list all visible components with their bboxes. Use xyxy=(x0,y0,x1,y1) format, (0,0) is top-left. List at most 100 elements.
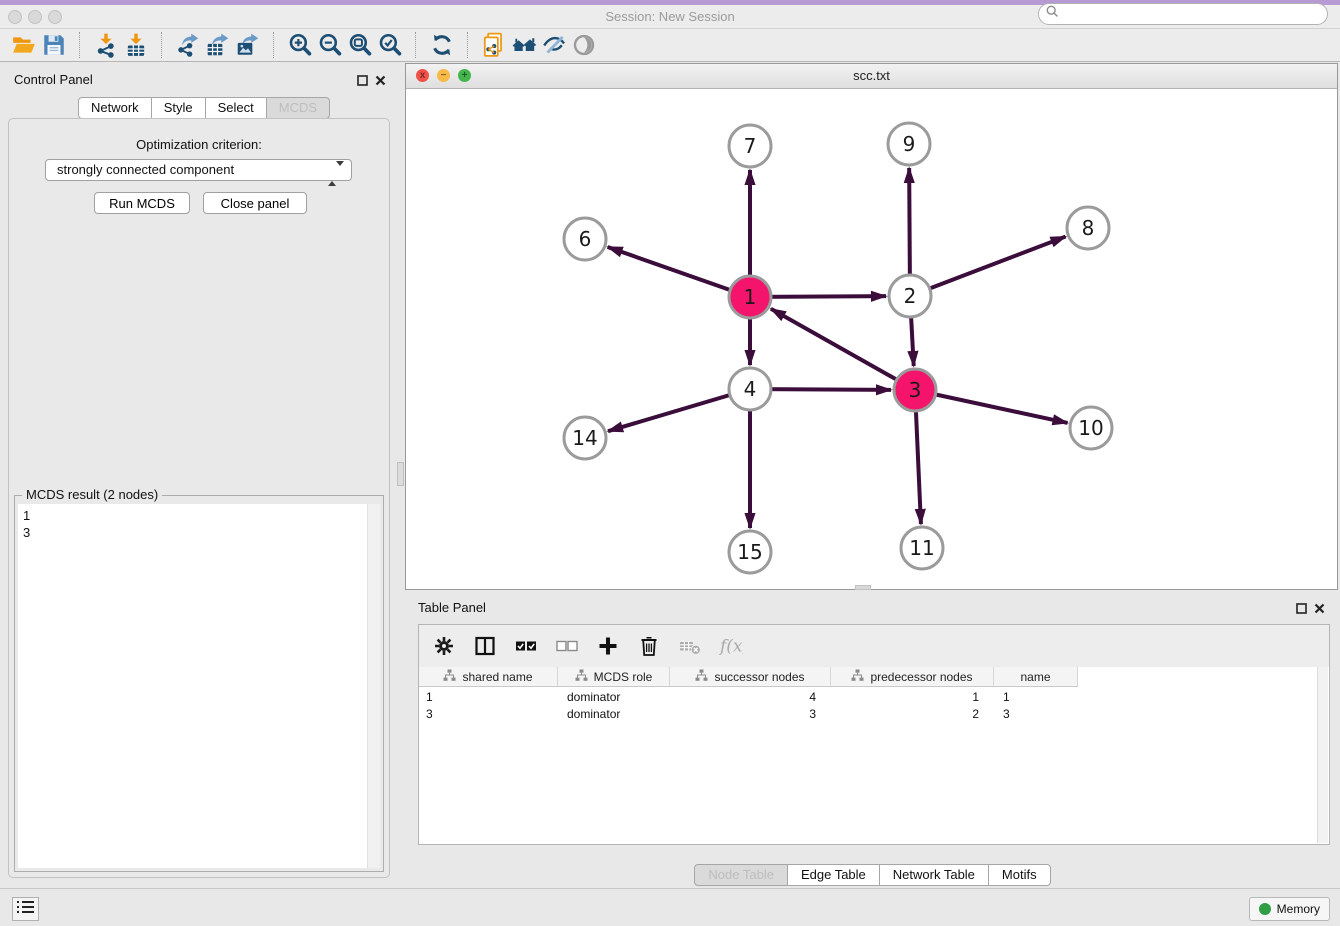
control-tab-select[interactable]: Select xyxy=(205,97,267,119)
clone-network-icon[interactable] xyxy=(479,30,509,60)
gear-icon[interactable] xyxy=(431,631,457,661)
node-4[interactable]: 4 xyxy=(729,368,771,410)
edge-3-10[interactable] xyxy=(915,390,1068,423)
refresh-layout-icon[interactable] xyxy=(427,30,457,60)
control-tab-network[interactable]: Network xyxy=(78,97,152,119)
node-table[interactable]: shared nameMCDS rolesuccessor nodesprede… xyxy=(419,667,1329,844)
zoom-in-icon[interactable] xyxy=(285,30,315,60)
export-image-icon[interactable] xyxy=(233,30,263,60)
toolbar-separator xyxy=(161,32,163,58)
search-input[interactable] xyxy=(1064,6,1327,22)
node-11[interactable]: 11 xyxy=(901,527,943,569)
mcds-result-title: MCDS result (2 nodes) xyxy=(22,487,162,502)
table-cell[interactable]: 1 xyxy=(994,689,1078,706)
column-header-MCDS-role[interactable]: MCDS role xyxy=(558,667,670,687)
deselect-all-icon[interactable] xyxy=(554,631,580,661)
node-6[interactable]: 6 xyxy=(564,218,606,260)
tree-icon xyxy=(851,669,864,685)
function-builder-icon: f(x) xyxy=(718,631,744,661)
column-header-successor-nodes[interactable]: successor nodes xyxy=(670,667,831,687)
search-field[interactable] xyxy=(1038,3,1328,25)
table-cell[interactable]: 3 xyxy=(419,706,558,723)
network-graph-canvas[interactable]: 7 9 6 8 1 2 4 3 14 10 15 11 xyxy=(406,88,1337,589)
table-tab-edge-table[interactable]: Edge Table xyxy=(787,864,880,886)
export-network-icon[interactable] xyxy=(173,30,203,60)
edge-3-1[interactable] xyxy=(771,309,915,390)
table-cell[interactable]: 3 xyxy=(994,706,1078,723)
control-tab-style[interactable]: Style xyxy=(151,97,206,119)
close-panel-icon[interactable] xyxy=(375,73,386,91)
column-view-icon[interactable] xyxy=(472,631,498,661)
column-header-name[interactable]: name xyxy=(994,667,1078,687)
task-list-icon xyxy=(17,900,35,919)
node-8[interactable]: 8 xyxy=(1067,207,1109,249)
node-1[interactable]: 1 xyxy=(729,276,771,318)
show-graphics-details-icon[interactable] xyxy=(569,30,599,60)
close-panel-button[interactable]: Close panel xyxy=(203,192,307,214)
table-tab-node-table[interactable]: Node Table xyxy=(694,864,788,886)
svg-text:f(x): f(x) xyxy=(719,637,743,657)
vertical-splitter-handle[interactable] xyxy=(397,462,404,486)
memory-label: Memory xyxy=(1277,902,1320,916)
column-header-shared-name[interactable]: shared name xyxy=(419,667,558,687)
import-network-icon[interactable] xyxy=(91,30,121,60)
optimization-criterion-value: strongly connected component xyxy=(57,162,234,177)
table-cell[interactable]: dominator xyxy=(558,706,670,723)
table-row[interactable]: 1dominator411 xyxy=(419,689,1078,706)
mcds-result-text[interactable]: 13 xyxy=(18,504,380,868)
export-table-icon[interactable] xyxy=(203,30,233,60)
result-line: 3 xyxy=(23,524,375,541)
table-cell[interactable]: 2 xyxy=(831,706,994,723)
table-cell[interactable]: 1 xyxy=(419,689,558,706)
table-scrollbar[interactable] xyxy=(1317,667,1328,843)
zoom-out-icon[interactable] xyxy=(315,30,345,60)
open-folder-icon[interactable] xyxy=(9,30,39,60)
run-mcds-button[interactable]: Run MCDS xyxy=(94,192,190,214)
tree-icon xyxy=(695,669,708,685)
node-3[interactable]: 3 xyxy=(894,369,936,411)
node-15[interactable]: 15 xyxy=(729,531,771,573)
table-cell[interactable]: 3 xyxy=(670,706,831,723)
node-7[interactable]: 7 xyxy=(729,125,771,167)
hide-graphics-details-icon[interactable] xyxy=(539,30,569,60)
table-tab-network-table[interactable]: Network Table xyxy=(879,864,989,886)
zoom-fit-icon[interactable] xyxy=(345,30,375,60)
column-header-predecessor-nodes[interactable]: predecessor nodes xyxy=(831,667,994,687)
status-bar: Memory xyxy=(0,888,1340,926)
node-9[interactable]: 9 xyxy=(888,123,930,165)
main-toolbar xyxy=(0,29,1340,62)
delete-row-icon[interactable] xyxy=(636,631,662,661)
node-2[interactable]: 2 xyxy=(889,275,931,317)
network-window-titlebar[interactable]: x − + scc.txt xyxy=(406,64,1337,89)
node-label: 9 xyxy=(903,132,916,156)
table-cell[interactable]: dominator xyxy=(558,689,670,706)
tree-icon xyxy=(443,669,456,685)
float-panel-icon[interactable] xyxy=(357,73,368,91)
save-session-icon[interactable] xyxy=(39,30,69,60)
table-cell[interactable]: 4 xyxy=(670,689,831,706)
float-table-panel-icon[interactable] xyxy=(1296,601,1307,619)
home-icon[interactable] xyxy=(509,30,539,60)
optimization-criterion-select[interactable]: strongly connected component xyxy=(45,159,352,181)
table-tab-motifs[interactable]: Motifs xyxy=(988,864,1051,886)
table-row[interactable]: 3dominator323 xyxy=(419,706,1078,723)
node-label: 11 xyxy=(909,536,934,560)
mcds-result-group: MCDS result (2 nodes) 13 xyxy=(14,495,384,872)
close-table-panel-icon[interactable] xyxy=(1314,601,1325,619)
add-row-icon[interactable] xyxy=(595,631,621,661)
edge-2-8[interactable] xyxy=(910,237,1066,296)
horizontal-splitter-handle[interactable] xyxy=(855,585,871,590)
zoom-selected-icon[interactable] xyxy=(375,30,405,60)
node-label: 1 xyxy=(744,285,757,309)
import-table-icon[interactable] xyxy=(121,30,151,60)
memory-button[interactable]: Memory xyxy=(1249,897,1330,921)
node-14[interactable]: 14 xyxy=(564,417,606,459)
edge-1-6[interactable] xyxy=(608,247,750,297)
table-toolbar: f(x) xyxy=(419,625,1329,667)
node-10[interactable]: 10 xyxy=(1070,407,1112,449)
control-tab-mcds[interactable]: MCDS xyxy=(266,97,330,119)
result-scrollbar[interactable] xyxy=(367,504,380,868)
select-all-icon[interactable] xyxy=(513,631,539,661)
table-cell[interactable]: 1 xyxy=(831,689,994,706)
task-history-button[interactable] xyxy=(12,897,39,921)
